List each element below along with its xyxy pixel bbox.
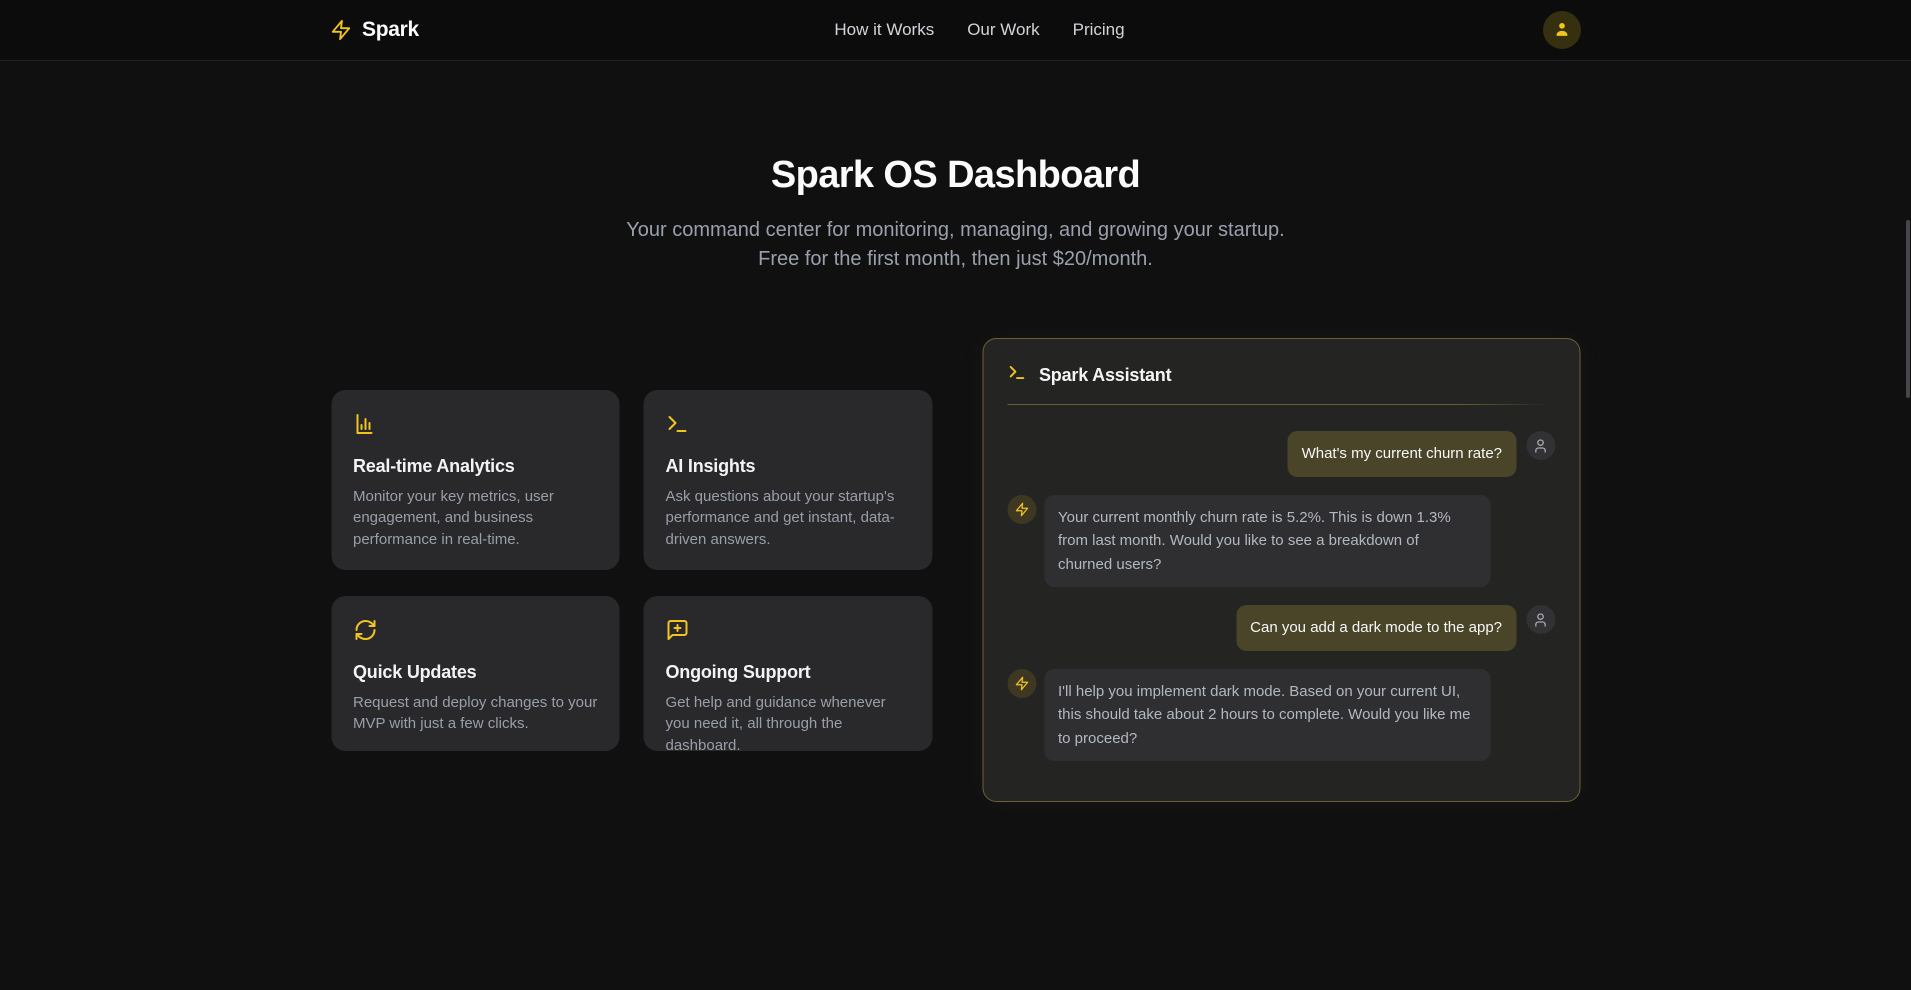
main-nav: How it Works Our Work Pricing xyxy=(834,0,1124,60)
assistant-message-bubble: I'll help you implement dark mode. Based… xyxy=(1044,669,1490,762)
user-message-bubble: Can you add a dark mode to the app? xyxy=(1236,605,1516,651)
feature-card-ongoing-support: Ongoing Support Get help and guidance wh… xyxy=(644,596,933,751)
feature-description: Ask questions about your startup's perfo… xyxy=(666,486,911,551)
spark-assistant-panel: Spark Assistant What's my current churn … xyxy=(982,338,1580,802)
brand-name: Spark xyxy=(362,18,419,42)
feature-card-quick-updates: Quick Updates Request and deploy changes… xyxy=(331,596,620,751)
nav-link-our-work[interactable]: Our Work xyxy=(967,20,1039,40)
page-title: Spark OS Dashboard xyxy=(0,152,1911,198)
chat-message-user: What's my current churn rate? xyxy=(1007,431,1555,477)
feature-card-ai-insights: AI Insights Ask questions about your sta… xyxy=(644,390,933,570)
assistant-divider xyxy=(1007,404,1555,405)
zap-icon xyxy=(1014,502,1029,517)
assistant-header: Spark Assistant xyxy=(1007,363,1555,387)
user-message-bubble: What's my current churn rate? xyxy=(1288,431,1516,477)
bar-chart-icon xyxy=(353,412,598,441)
feature-title: Quick Updates xyxy=(353,662,598,683)
assistant-avatar xyxy=(1007,495,1036,524)
assistant-title: Spark Assistant xyxy=(1039,365,1171,386)
zap-icon xyxy=(330,19,352,41)
zap-icon xyxy=(1014,676,1029,691)
feature-description: Monitor your key metrics, user engagemen… xyxy=(353,486,598,551)
feature-title: Real-time Analytics xyxy=(353,456,598,477)
feature-grid: Real-time Analytics Monitor your key met… xyxy=(331,390,932,751)
assistant-message-bubble: Your current monthly churn rate is 5.2%.… xyxy=(1044,495,1490,588)
top-bar: Spark How it Works Our Work Pricing xyxy=(0,0,1911,61)
message-square-plus-icon xyxy=(666,618,911,647)
chat-messages: What's my current churn rate? Your curre… xyxy=(1007,431,1555,761)
chat-message-assistant: I'll help you implement dark mode. Based… xyxy=(1007,669,1555,762)
user-icon xyxy=(1552,19,1572,42)
page-scrollbar[interactable] xyxy=(1906,220,1910,398)
brand-logo[interactable]: Spark xyxy=(330,18,419,42)
user-icon xyxy=(1533,612,1549,628)
feature-title: Ongoing Support xyxy=(666,662,911,683)
feature-title: AI Insights xyxy=(666,456,911,477)
terminal-icon xyxy=(1007,363,1026,387)
terminal-icon xyxy=(666,412,911,441)
feature-description: Request and deploy changes to your MVP w… xyxy=(353,692,598,735)
refresh-icon xyxy=(353,618,598,647)
chat-message-assistant: Your current monthly churn rate is 5.2%.… xyxy=(1007,495,1555,588)
nav-link-how-it-works[interactable]: How it Works xyxy=(834,20,934,40)
user-avatar xyxy=(1526,431,1555,460)
nav-link-pricing[interactable]: Pricing xyxy=(1073,20,1125,40)
assistant-avatar xyxy=(1007,669,1036,698)
feature-description: Get help and guidance whenever you need … xyxy=(666,692,911,751)
feature-card-realtime-analytics: Real-time Analytics Monitor your key met… xyxy=(331,390,620,570)
main-content: Real-time Analytics Monitor your key met… xyxy=(331,338,1580,802)
page-subtitle: Your command center for monitoring, mana… xyxy=(611,216,1301,274)
user-avatar xyxy=(1526,605,1555,634)
account-avatar-button[interactable] xyxy=(1543,11,1581,49)
chat-message-user: Can you add a dark mode to the app? xyxy=(1007,605,1555,651)
user-icon xyxy=(1533,438,1549,454)
top-bar-inner: Spark How it Works Our Work Pricing xyxy=(330,0,1581,60)
